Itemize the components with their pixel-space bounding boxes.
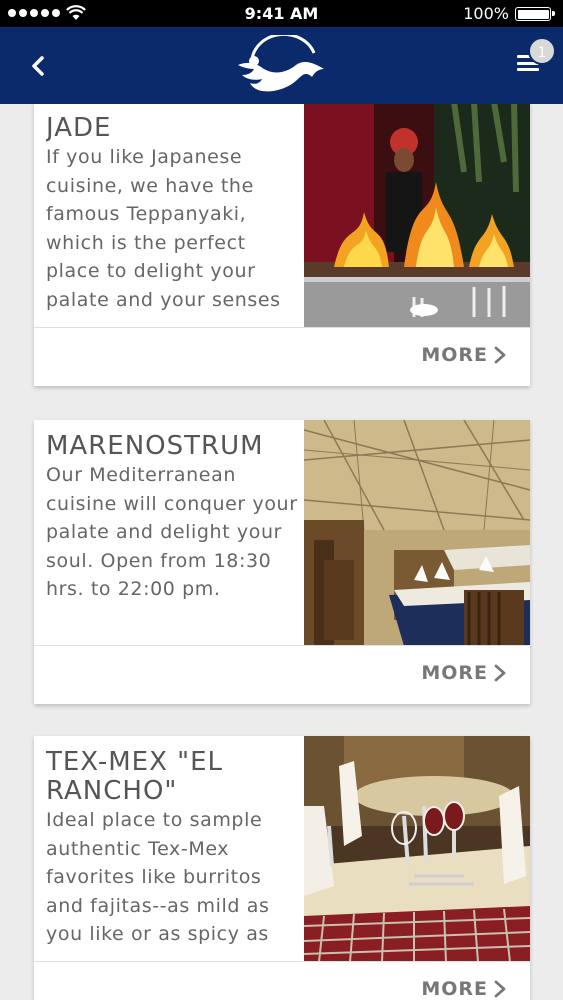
restaurant-title: MARENOSTRUM (46, 432, 264, 461)
more-button-label: MORE (421, 978, 488, 1000)
restaurant-title: JADE (46, 114, 112, 143)
restaurant-description: Ideal place to sample authentic Tex-Mex … (46, 809, 270, 945)
restaurant-title: TEX-MEX "EL RANCHO" (46, 748, 224, 806)
restaurant-image[interactable] (304, 736, 530, 962)
restaurant-card[interactable]: TEX-MEX "EL RANCHO" Ideal place to sampl… (34, 736, 530, 1000)
restaurant-card[interactable]: JADE If you like Japanese cuisine, we ha… (34, 104, 530, 386)
restaurant-image[interactable] (304, 104, 530, 328)
restaurant-description: If you like Japanese cuisine, we have th… (46, 146, 281, 311)
more-button-label: MORE (421, 344, 488, 366)
chevron-right-icon (494, 980, 506, 998)
more-button-label: MORE (421, 662, 488, 684)
chevron-right-icon (494, 346, 506, 364)
status-bar: 9:41 AM 100% (0, 0, 563, 27)
battery-icon (515, 7, 555, 21)
back-button[interactable] (22, 49, 56, 83)
navbar: 1 (0, 27, 563, 104)
restaurant-description: Our Mediterranean cuisine will conquer y… (46, 464, 298, 600)
mermaid-logo (238, 35, 324, 92)
chevron-left-icon (32, 56, 44, 76)
restaurant-list[interactable]: JADE If you like Japanese cuisine, we ha… (0, 104, 563, 1000)
battery-percentage: 100% (463, 4, 509, 23)
more-button[interactable]: MORE (421, 978, 506, 1000)
more-button[interactable]: MORE (421, 344, 506, 366)
chevron-right-icon (494, 664, 506, 682)
notification-badge: 1 (528, 37, 556, 65)
restaurant-image[interactable] (304, 420, 530, 646)
more-button[interactable]: MORE (421, 662, 506, 684)
restaurant-card[interactable]: MARENOSTRUM Our Mediterranean cuisine wi… (34, 420, 530, 704)
